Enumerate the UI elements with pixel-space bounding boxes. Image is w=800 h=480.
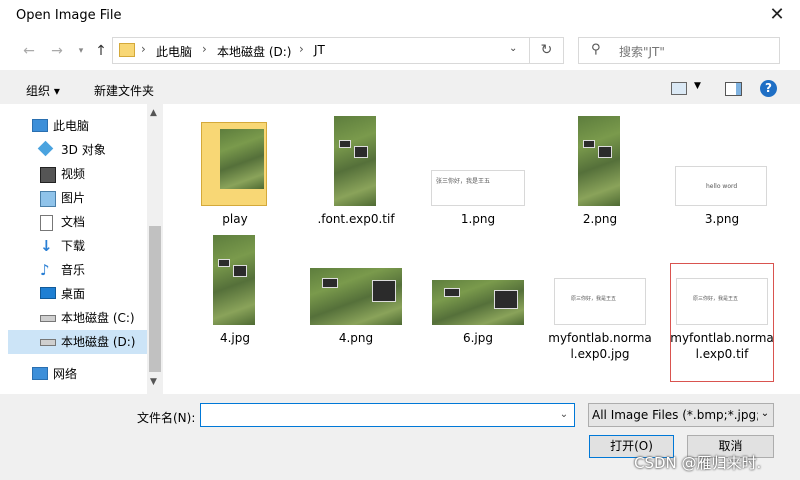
scroll-down-icon[interactable]: ▼ [150,377,157,387]
folder-icon [119,43,135,57]
file-list: play .font.exp0.tif 张三你好，我是王五 1.png 2.pn… [164,104,800,394]
sidebar-item-desktop[interactable]: 桌面 [8,282,156,306]
close-icon: ✕ [769,4,785,25]
sidebar-item-downloads[interactable]: ↓ 下载 [8,234,156,258]
folder-icon [201,122,267,206]
navigation-pane: 此电脑 3D 对象 视频 图片 文档 ↓ 下载 ♪ 音乐 桌面 本地磁盘 (C:… [8,104,163,394]
refresh-icon: ↻ [540,42,553,58]
search-box[interactable]: ⚲ 搜索"JT" [578,37,780,64]
view-options-icon[interactable] [671,82,687,95]
new-folder-button[interactable]: 新建文件夹 [94,82,154,99]
help-icon[interactable]: ? [760,80,777,97]
chevron-down-icon[interactable]: ⌄ [509,43,517,54]
document-icon [40,215,53,231]
breadcrumb-separator-icon: › [202,42,207,56]
arrow-left-icon: ← [23,43,35,59]
drive-icon [40,315,56,322]
image-thumbnail [432,280,524,325]
sidebar-item-documents[interactable]: 文档 [8,210,156,234]
refresh-button[interactable]: ↻ [530,37,564,64]
filename-input[interactable] [200,403,575,427]
image-thumbnail [213,235,255,325]
image-thumbnail [310,268,402,325]
search-placeholder: 搜索"JT" [619,45,665,59]
drive-icon [40,339,56,346]
close-button[interactable]: ✕ [762,2,792,28]
pictures-icon [40,191,56,207]
sidebar-item-music[interactable]: ♪ 音乐 [8,258,156,282]
watermark: CSDN @雁归来时. [634,454,762,472]
image-thumbnail: 原三你好，我是王五 [676,278,768,325]
arrow-up-icon: ↑ [95,43,107,59]
chevron-down-icon[interactable]: ▼ [694,81,701,91]
sidebar-item-drive-c[interactable]: 本地磁盘 (C:) [8,306,156,330]
filename-label: 文件名(N): [137,411,196,425]
breadcrumb-drive-d[interactable]: 本地磁盘 (D:) [217,43,291,60]
image-thumbnail: 原三你好，我是王五 [554,278,646,325]
image-thumbnail: 张三你好，我是王五 [431,170,525,206]
video-icon [40,167,56,183]
breadcrumb-this-pc[interactable]: 此电脑 [156,43,192,60]
address-bar[interactable]: › 此电脑 › 本地磁盘 (D:) › JT ⌄ [112,37,530,64]
sidebar-item-3d-objects[interactable]: 3D 对象 [8,138,156,162]
chevron-down-icon[interactable]: ⌄ [758,407,772,421]
forward-button[interactable]: → [48,42,66,60]
sidebar-item-drive-d[interactable]: 本地磁盘 (D:) [8,330,156,354]
up-button[interactable]: ↑ [92,42,110,60]
back-button[interactable]: ← [20,42,38,60]
cube-icon [37,140,54,157]
computer-icon [32,119,48,132]
image-thumbnail [334,116,376,206]
sidebar-item-videos[interactable]: 视频 [8,162,156,186]
organize-menu[interactable]: 组织 ▾ [26,82,60,99]
download-icon: ↓ [40,237,53,255]
filetype-select[interactable]: All Image Files (*.bmp;*.jpg;* [588,403,774,427]
breadcrumb-separator-icon: › [141,42,146,56]
chevron-down-icon[interactable]: ⌄ [556,407,572,423]
search-icon: ⚲ [591,42,601,57]
recent-dropdown[interactable]: ▾ [72,42,90,60]
window-title: Open Image File [16,8,122,23]
breadcrumb-separator-icon: › [299,42,304,56]
image-thumbnail [578,116,620,206]
scroll-up-icon[interactable]: ▲ [150,108,157,118]
breadcrumb-jt[interactable]: JT [314,43,325,57]
scrollbar-thumb[interactable] [149,226,161,372]
sidebar-item-pictures[interactable]: 图片 [8,186,156,210]
arrow-right-icon: → [51,43,63,59]
network-icon [32,367,48,380]
chevron-down-icon: ▾ [78,46,84,56]
sidebar-item-this-pc[interactable]: 此电脑 [8,114,156,138]
desktop-icon [40,287,56,299]
preview-pane-icon[interactable] [725,82,742,96]
music-icon: ♪ [40,261,50,279]
image-thumbnail: hello word [675,166,767,206]
sidebar-item-network[interactable]: 网络 [8,362,156,386]
